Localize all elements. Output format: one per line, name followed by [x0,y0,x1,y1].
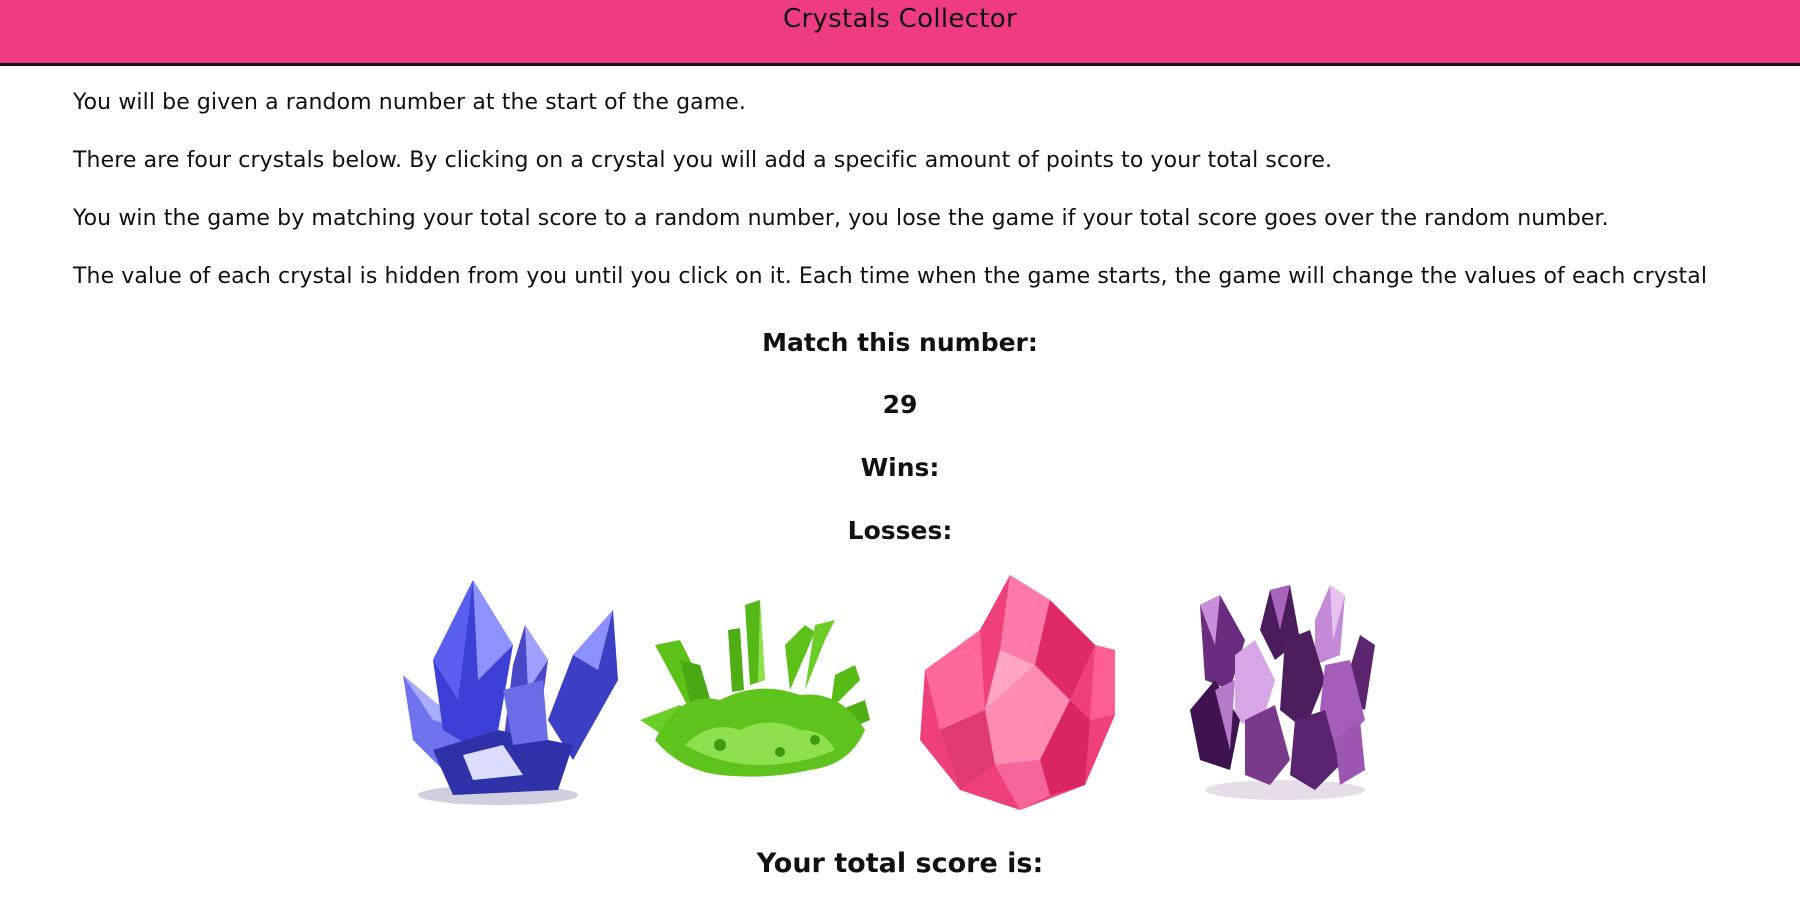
match-label: Match this number: [762,328,1038,357]
target-number: 29 [882,390,918,419]
crystal-row [0,570,1800,820]
blue-crystal-button[interactable] [373,570,623,820]
instruction-line-3: You win the game by matching your total … [73,206,1609,231]
total-score-label: Your total score is: [756,848,1044,879]
pink-crystal-icon [920,575,1115,810]
purple-crystal-icon [1190,585,1375,800]
instruction-line-4: The value of each crystal is hidden from… [73,264,1708,289]
purple-crystal-button[interactable] [1175,570,1425,820]
header-bar: Crystals Collector [0,0,1800,66]
page-title: Crystals Collector [783,4,1017,34]
instructions: You will be given a random number at the… [73,88,1753,320]
pink-crystal-button[interactable] [900,570,1150,820]
instruction-line-1: You will be given a random number at the… [73,90,746,115]
green-crystal-button[interactable] [640,570,890,820]
losses-label: Losses: [847,516,953,545]
instruction-line-2: There are four crystals below. By clicki… [73,148,1333,173]
blue-crystal-icon [403,580,618,805]
wins-label: Wins: [860,453,940,482]
green-crystal-icon [640,600,870,777]
